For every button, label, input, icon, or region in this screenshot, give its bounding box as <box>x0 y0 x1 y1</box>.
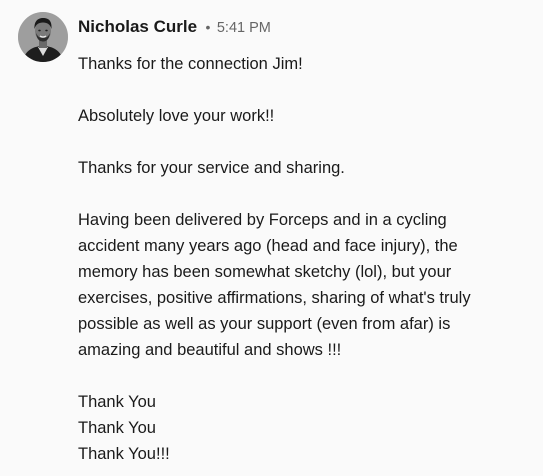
message-line: Absolutely love your work!! <box>78 107 275 125</box>
message-line: amazing and beautiful and shows !!! <box>78 341 342 359</box>
sender-name[interactable]: Nicholas Curle <box>78 17 197 36</box>
message-paragraph: Thanks for your service and sharing. <box>78 155 528 181</box>
person-avatar-icon <box>18 12 68 62</box>
message-line: possible as well as your support (even f… <box>78 315 451 333</box>
message-paragraph: Having been delivered by Forceps and in … <box>78 207 528 363</box>
message-line: exercises, positive affirmations, sharin… <box>78 289 471 307</box>
message-header: Nicholas Curle • 5:41 PM <box>78 15 271 40</box>
sender-avatar[interactable] <box>18 12 68 62</box>
message-line: Thank You!!! <box>78 445 170 463</box>
message-line: Thanks for your service and sharing. <box>78 159 345 177</box>
message-timestamp: 5:41 PM <box>216 20 271 36</box>
message-paragraph: Absolutely love your work!! <box>78 103 528 129</box>
message-paragraph: Thanks for the connection Jim! <box>78 51 528 77</box>
message-line: memory has been somewhat sketchy (lol), … <box>78 263 452 281</box>
message-line: Thank You <box>78 393 156 411</box>
header-separator: • <box>205 19 211 35</box>
message-body: Thanks for the connection Jim! Absolutel… <box>78 51 528 467</box>
message-line: Thanks for the connection Jim! <box>78 55 303 73</box>
message-line: accident many years ago (head and face i… <box>78 237 458 255</box>
message-line: Thank You <box>78 419 156 437</box>
message-paragraph: Thank You Thank You Thank You!!! <box>78 389 528 467</box>
message-line: Having been delivered by Forceps and in … <box>78 211 447 229</box>
